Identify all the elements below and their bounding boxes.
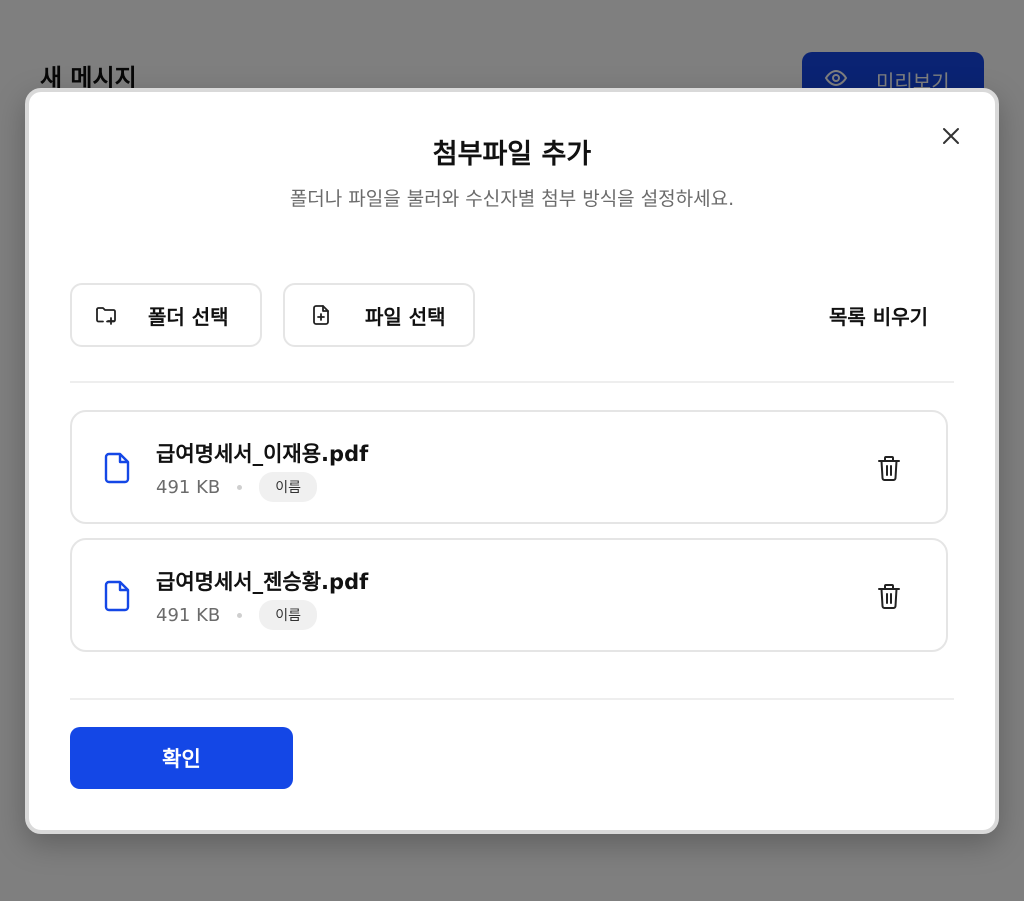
folder-plus-icon (94, 303, 118, 327)
attachment-modal: 첨부파일 추가 폴더나 파일을 불러와 수신자별 첨부 방식을 설정하세요. 폴… (25, 88, 999, 834)
file-name: 급여명세서_젠승황.pdf (156, 570, 369, 594)
confirm-button[interactable]: 확인 (70, 727, 293, 789)
select-folder-label: 폴더 선택 (148, 304, 229, 329)
file-meta: 491 KB 이름 (156, 472, 317, 502)
select-folder-button[interactable]: 폴더 선택 (70, 283, 262, 347)
delete-file-button[interactable] (876, 454, 902, 482)
select-file-button[interactable]: 파일 선택 (283, 283, 475, 347)
file-meta: 491 KB 이름 (156, 600, 317, 630)
toolbar: 폴더 선택 파일 선택 목록 비우기 (70, 283, 954, 347)
modal-subtitle: 폴더나 파일을 불러와 수신자별 첨부 방식을 설정하세요. (289, 188, 735, 210)
attach-mode-badge[interactable]: 이름 (259, 472, 317, 502)
file-list: 급여명세서_이재용.pdf 491 KB 이름 급여명세서_젠승황.pdf 49… (70, 410, 948, 666)
divider (70, 698, 954, 700)
separator-dot (237, 484, 243, 490)
modal-title: 첨부파일 추가 (432, 139, 592, 170)
file-size: 491 KB (156, 604, 221, 626)
trash-icon (876, 454, 902, 482)
list-item: 급여명세서_젠승황.pdf 491 KB 이름 (70, 538, 948, 652)
trash-icon (876, 582, 902, 610)
clear-list-button[interactable]: 목록 비우기 (829, 301, 928, 330)
separator-dot (237, 612, 243, 618)
file-size: 491 KB (156, 476, 221, 498)
file-icon (104, 452, 130, 484)
divider (70, 381, 954, 383)
attach-mode-badge[interactable]: 이름 (259, 600, 317, 630)
delete-file-button[interactable] (876, 582, 902, 610)
file-name: 급여명세서_이재용.pdf (156, 442, 369, 466)
file-icon (104, 580, 130, 612)
list-item: 급여명세서_이재용.pdf 491 KB 이름 (70, 410, 948, 524)
close-button[interactable] (937, 122, 965, 150)
select-file-label: 파일 선택 (365, 304, 446, 329)
file-plus-icon (309, 303, 333, 327)
close-icon (941, 126, 961, 146)
